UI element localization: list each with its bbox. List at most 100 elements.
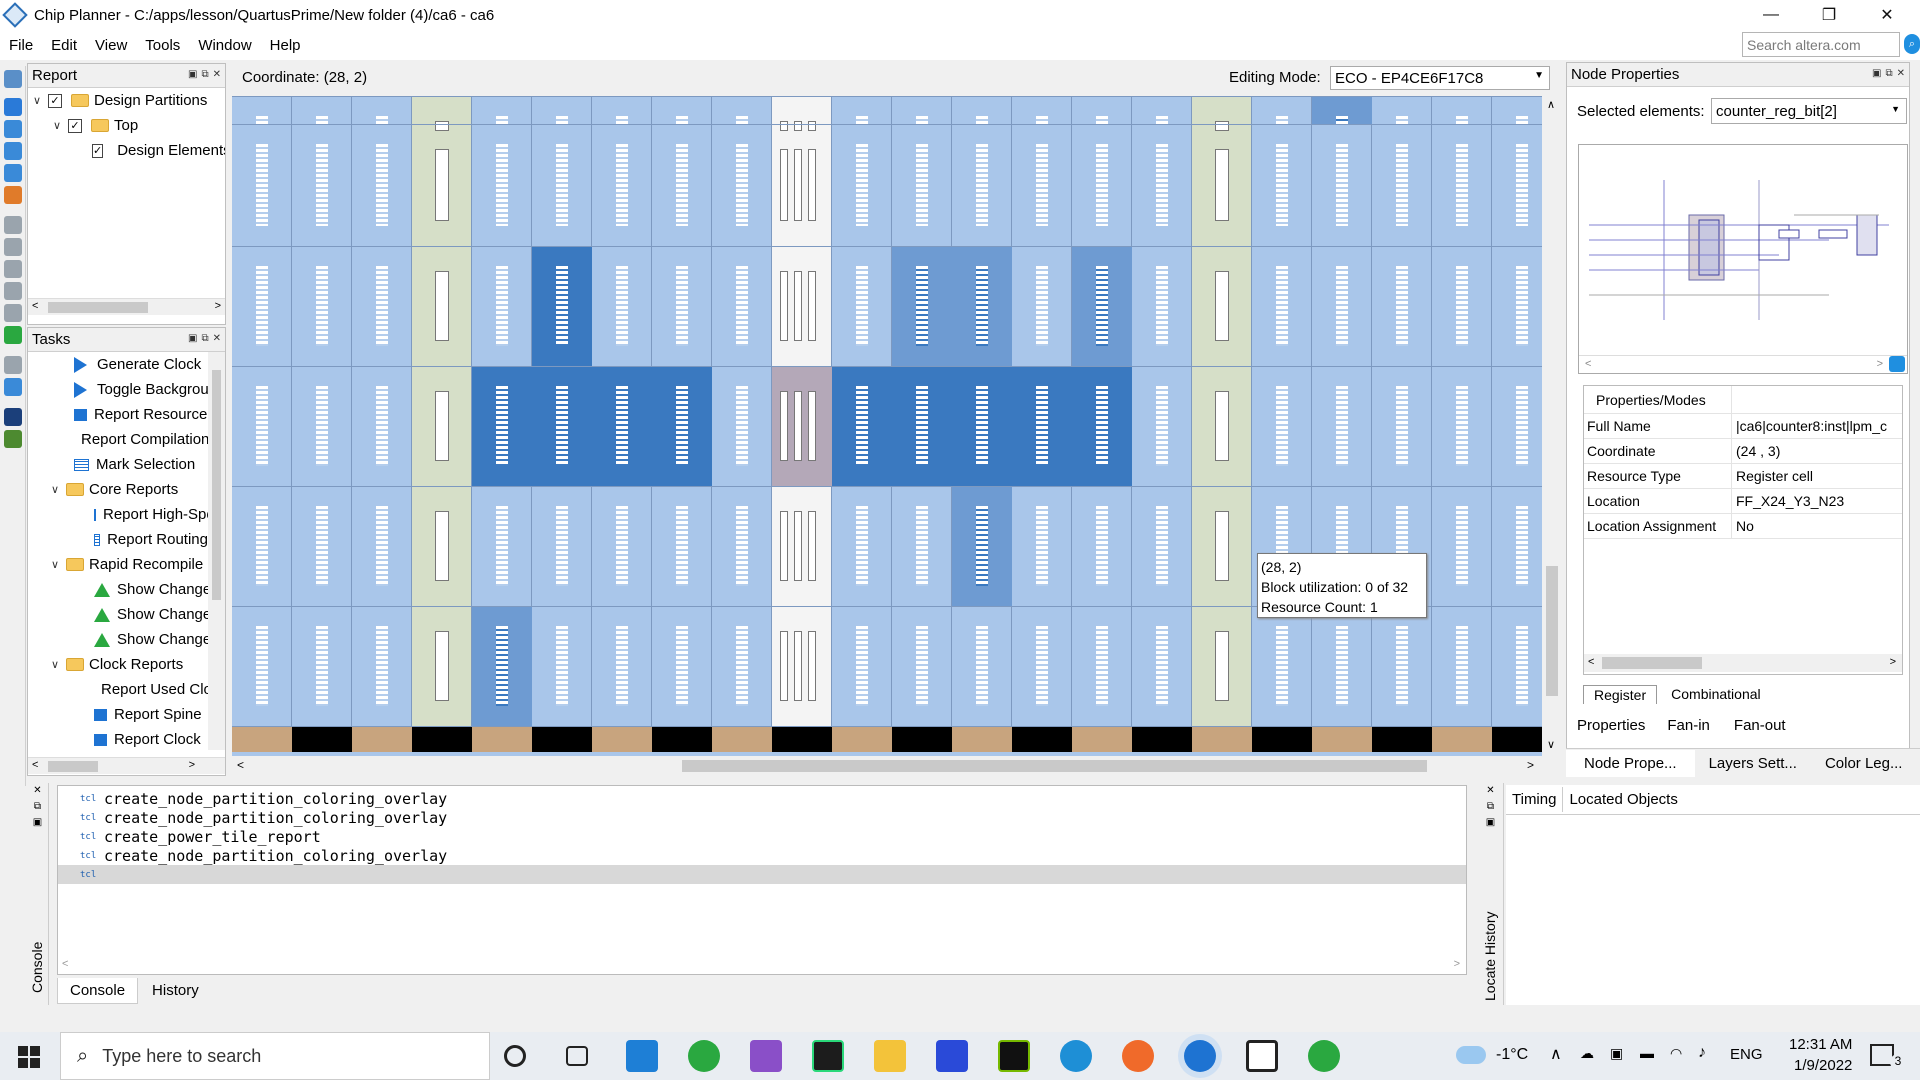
task-report-used-clock[interactable]: Report Used Clock bbox=[28, 677, 208, 702]
tree-item-top[interactable]: ∨ ✓ Top bbox=[28, 113, 225, 138]
edge-icon[interactable] bbox=[1060, 1040, 1092, 1072]
tab-combinational[interactable]: Combinational bbox=[1661, 685, 1771, 704]
menu-help[interactable]: Help bbox=[261, 37, 310, 54]
scroll-thumb[interactable] bbox=[1546, 566, 1558, 696]
weather-temperature[interactable]: -1°C bbox=[1496, 1046, 1528, 1064]
console-input-line[interactable]: tcl bbox=[58, 865, 1466, 884]
battery-icon[interactable]: ▬ bbox=[1640, 1045, 1654, 1061]
scroll-left-icon[interactable]: < bbox=[237, 758, 244, 772]
menu-edit[interactable]: Edit bbox=[42, 37, 86, 54]
nvidia-icon[interactable] bbox=[998, 1040, 1030, 1072]
property-row[interactable]: Location Assignment No bbox=[1584, 513, 1902, 539]
float-icon[interactable]: ⧉ bbox=[201, 69, 208, 80]
paths-icon[interactable] bbox=[4, 260, 22, 278]
tab-console[interactable]: Console bbox=[57, 978, 139, 1004]
property-row[interactable]: Resource Type Register cell bbox=[1584, 463, 1902, 489]
scroll-left-icon[interactable]: < bbox=[32, 300, 38, 312]
scroll-right-icon[interactable]: > bbox=[1890, 656, 1896, 668]
binoculars-icon[interactable] bbox=[4, 408, 22, 426]
delay-icon[interactable] bbox=[4, 304, 22, 322]
report-hscroll[interactable]: < > bbox=[28, 298, 225, 315]
float-icon[interactable]: ⧉ bbox=[201, 333, 208, 344]
menu-view[interactable]: View bbox=[86, 37, 136, 54]
globe-app-icon[interactable] bbox=[688, 1040, 720, 1072]
report-toggle-icon[interactable] bbox=[4, 70, 22, 88]
tab-node-properties[interactable]: Node Prope... bbox=[1566, 750, 1695, 777]
console-side-buttons[interactable]: ✕ ⧉ ▣ bbox=[27, 783, 48, 831]
chevron-down-icon[interactable]: ∨ bbox=[48, 558, 62, 571]
tab-register[interactable]: Register bbox=[1583, 685, 1658, 704]
locate-side-buttons[interactable]: ✕ ⧉ ▣ bbox=[1478, 783, 1503, 831]
task-report-spine[interactable]: Report Spine bbox=[28, 702, 208, 727]
pin-icon[interactable]: ▣ bbox=[188, 69, 197, 80]
onedrive-icon[interactable]: ☁ bbox=[1580, 1045, 1594, 1062]
float-icon[interactable]: ⧉ bbox=[1885, 68, 1892, 79]
routing-icon[interactable] bbox=[4, 282, 22, 300]
tab-located-objects[interactable]: Located Objects bbox=[1563, 787, 1683, 812]
tab-timing[interactable]: Timing bbox=[1506, 787, 1564, 812]
checkbox-checked-icon[interactable]: ✓ bbox=[48, 93, 62, 108]
scroll-thumb[interactable] bbox=[48, 761, 98, 772]
pin-icon[interactable]: ▣ bbox=[188, 333, 197, 344]
tab-layers-settings[interactable]: Layers Sett... bbox=[1695, 750, 1811, 777]
quartus-icon[interactable] bbox=[1184, 1040, 1216, 1072]
chip-floorplan[interactable]: (28, 2) Block utilization: 0 of 32 Resou… bbox=[232, 96, 1542, 756]
scroll-right-icon[interactable]: > bbox=[1527, 758, 1534, 772]
checkbox-checked-icon[interactable]: ✓ bbox=[68, 118, 82, 133]
firefox-icon[interactable] bbox=[1122, 1040, 1154, 1072]
task-view-icon[interactable] bbox=[566, 1046, 588, 1066]
tab-color-legend[interactable]: Color Leg... bbox=[1811, 750, 1917, 777]
scroll-right-icon[interactable]: > bbox=[1877, 358, 1883, 370]
task-report-high-speed[interactable]: Report High-Speed bbox=[28, 502, 208, 527]
schematic-preview[interactable]: < > bbox=[1578, 144, 1908, 374]
tab-history[interactable]: History bbox=[138, 978, 213, 1004]
zoom-tool-icon[interactable] bbox=[4, 120, 22, 138]
chevron-up-icon[interactable]: ∧ bbox=[1550, 1044, 1562, 1064]
m-app-icon[interactable] bbox=[1246, 1040, 1278, 1072]
close-button[interactable]: ✕ bbox=[1858, 0, 1916, 30]
task-mark-selection[interactable]: Mark Selection bbox=[28, 452, 208, 477]
scroll-left-icon[interactable]: < bbox=[1588, 656, 1594, 668]
pin-icon[interactable]: ▣ bbox=[1872, 68, 1881, 79]
tab-fan-out[interactable]: Fan-out bbox=[1722, 713, 1798, 738]
editing-mode-select[interactable]: ECO - EP4CE6F17C8 ▼ bbox=[1330, 66, 1550, 90]
scroll-thumb[interactable] bbox=[1602, 657, 1702, 669]
close-icon[interactable]: ✕ bbox=[1897, 68, 1905, 79]
task-report-clock[interactable]: Report Clock bbox=[28, 727, 208, 752]
tasks-vscroll[interactable] bbox=[208, 352, 225, 750]
scroll-thumb[interactable] bbox=[212, 370, 221, 600]
weather-cloud-icon[interactable] bbox=[1456, 1046, 1486, 1064]
search-input[interactable]: Search altera.com bbox=[1742, 32, 1900, 57]
task-report-routing[interactable]: Report Routing bbox=[28, 527, 208, 552]
menu-file[interactable]: File bbox=[0, 37, 42, 54]
chevron-down-icon[interactable]: ∨ bbox=[48, 658, 62, 671]
chevron-down-icon[interactable]: ∨ bbox=[48, 483, 62, 496]
selection-tool-icon[interactable] bbox=[4, 98, 22, 116]
zoom-fit-icon[interactable] bbox=[1889, 356, 1905, 372]
find-icon[interactable] bbox=[4, 186, 22, 204]
language-indicator[interactable]: ENG bbox=[1730, 1046, 1763, 1063]
modelsim-icon[interactable] bbox=[936, 1040, 968, 1072]
wifi-icon[interactable]: ◠ bbox=[1670, 1045, 1682, 1062]
tab-fan-in[interactable]: Fan-in bbox=[1655, 713, 1722, 738]
file-explorer-icon[interactable] bbox=[874, 1040, 906, 1072]
console-output[interactable]: tcl create_node_partition_coloring_overla… bbox=[57, 785, 1467, 975]
task-toggle-background[interactable]: Toggle Background bbox=[28, 377, 208, 402]
properties-hscroll[interactable]: < > bbox=[1584, 654, 1902, 672]
task-group-clock-reports[interactable]: ∨ Clock Reports bbox=[28, 652, 208, 677]
menu-tools[interactable]: Tools bbox=[136, 37, 189, 54]
tree-item-design-elements[interactable]: ✓ Design Elements bbox=[28, 138, 225, 163]
scroll-left-icon[interactable]: < bbox=[62, 958, 68, 970]
task-show-changes-1[interactable]: Show Changes bbox=[28, 577, 208, 602]
close-icon[interactable]: ✕ bbox=[213, 69, 221, 80]
task-show-changes-3[interactable]: Show Changes bbox=[28, 627, 208, 652]
scroll-up-icon[interactable]: ∧ bbox=[1547, 98, 1555, 111]
chevron-down-icon[interactable]: ∨ bbox=[50, 119, 64, 132]
search-icon[interactable]: ⌕ bbox=[1904, 34, 1920, 54]
pycharm-icon[interactable] bbox=[812, 1040, 844, 1072]
scroll-left-icon[interactable]: < bbox=[1585, 358, 1591, 370]
task-report-compilation[interactable]: Report Compilation bbox=[28, 427, 208, 452]
scroll-right-icon[interactable]: > bbox=[189, 759, 195, 771]
windows-start-icon[interactable] bbox=[18, 1046, 40, 1068]
task-report-resource[interactable]: Report Resource bbox=[28, 402, 208, 427]
